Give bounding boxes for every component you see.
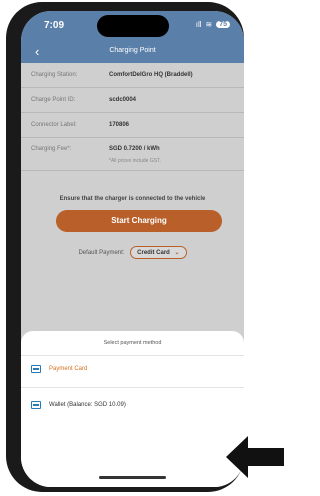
detail-value: SGD 0.7200 / kWh <box>109 146 160 152</box>
detail-value: ComfortDelGro HQ (Braddell) <box>109 72 193 78</box>
payment-option-label: Payment Card <box>49 366 88 372</box>
status-time: 7:09 <box>44 20 65 31</box>
ensure-connected-text: Ensure that the charger is connected to … <box>59 196 206 202</box>
default-payment-row: Default Payment: Credit Card ⌄ <box>21 246 244 259</box>
divider <box>21 355 244 356</box>
detail-row-fee: Charging Fee*: SGD 0.7200 / kWh *All pri… <box>21 138 244 171</box>
detail-value: 170806 <box>109 122 130 128</box>
detail-label: Connector Label: <box>31 122 77 128</box>
sheet-title: Select payment method <box>103 340 162 346</box>
wifi-icon: ≋ <box>205 20 213 29</box>
credit-card-icon <box>31 365 41 373</box>
status-bar: 7:09 ıll ≋ 75 <box>21 11 244 41</box>
phone-frame: 7:09 ıll ≋ 75 ‹ Charging Point Charging … <box>6 2 244 492</box>
fee-note: *All prices include GST. <box>109 158 161 164</box>
wallet-icon <box>31 401 41 409</box>
dynamic-island <box>97 15 169 37</box>
detail-label: Charging Station: <box>31 72 78 78</box>
detail-value: scdc0004 <box>109 97 137 103</box>
home-indicator <box>99 476 166 479</box>
payment-option-card[interactable]: Payment Card <box>31 365 87 373</box>
detail-label: Charging Fee*: <box>31 146 72 152</box>
signal-icon: ıll <box>195 20 202 29</box>
chevron-down-icon: ⌄ <box>174 250 180 256</box>
detail-row-charge-point: Charge Point ID: scdc0004 <box>21 88 244 113</box>
battery-icon: 75 <box>216 21 230 28</box>
status-icons: ıll ≋ 75 <box>196 20 230 29</box>
nav-bar: ‹ Charging Point <box>21 41 244 63</box>
detail-row-connector: Connector Label: 170806 <box>21 113 244 138</box>
start-charging-button[interactable]: Start Charging <box>56 210 222 232</box>
phone-screen: 7:09 ıll ≋ 75 ‹ Charging Point Charging … <box>21 11 244 487</box>
page-title: Charging Point <box>109 47 156 54</box>
payment-option-wallet[interactable]: Wallet (Balance: SGD 10.09) <box>31 401 126 409</box>
default-payment-label: Default Payment: <box>78 250 125 256</box>
payment-select[interactable]: Credit Card ⌄ <box>130 246 187 259</box>
divider <box>21 387 244 388</box>
detail-label: Charge Point ID: <box>31 97 76 103</box>
detail-row-station: Charging Station: ComfortDelGro HQ (Brad… <box>21 63 244 88</box>
pointer-arrow-icon <box>226 436 284 478</box>
payment-option-label: Wallet (Balance: SGD 10.09) <box>49 402 126 408</box>
payment-select-value: Credit Card <box>137 250 170 256</box>
payment-method-sheet: Select payment method Payment Card Walle… <box>21 331 244 487</box>
